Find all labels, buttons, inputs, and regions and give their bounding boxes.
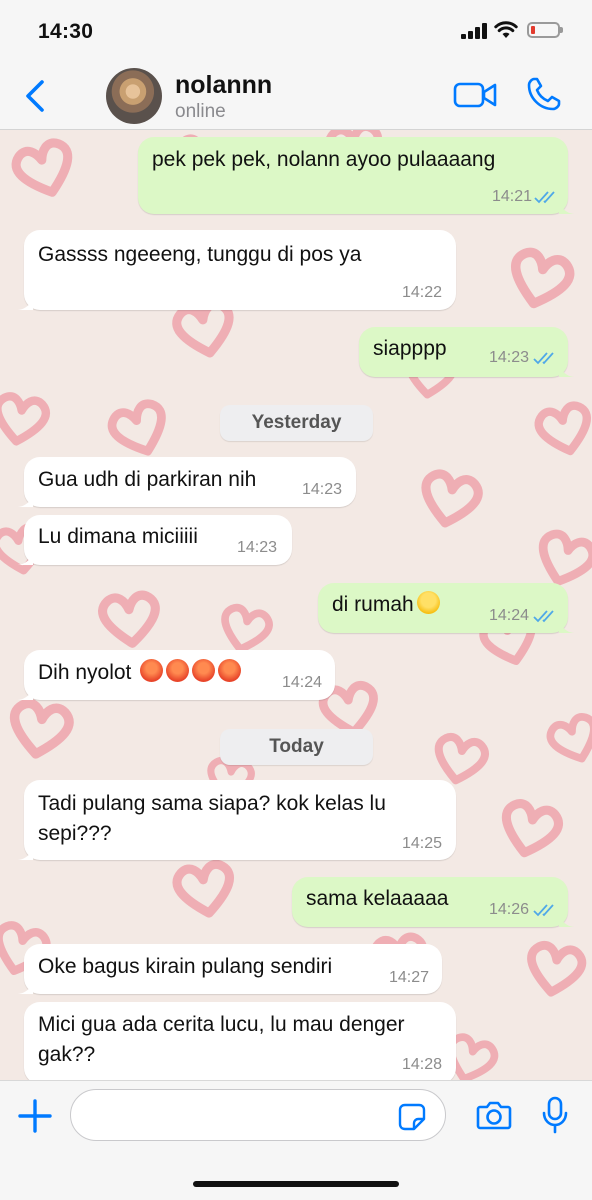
message-text: Mici gua ada cerita lucu, lu mau denger … bbox=[38, 1013, 411, 1066]
contact-status: online bbox=[175, 101, 226, 122]
incoming-message[interactable]: Mici gua ada cerita lucu, lu mau denger … bbox=[24, 1002, 456, 1080]
incoming-message[interactable]: Tadi pulang sama siapa? kok kelas lu sep… bbox=[17, 780, 456, 860]
date-separator-today: Today bbox=[220, 729, 373, 765]
message-text: di rumah bbox=[332, 590, 440, 620]
status-bar: 14:30 bbox=[0, 0, 592, 60]
read-ticks-icon bbox=[533, 904, 554, 917]
plus-icon[interactable] bbox=[18, 1099, 52, 1133]
message-time: 14:23 bbox=[489, 349, 530, 366]
message-time: 14:27 bbox=[389, 969, 430, 986]
message-time: 14:26 bbox=[489, 901, 530, 918]
bubble-tail bbox=[17, 848, 33, 860]
message-time: 14:25 bbox=[402, 835, 443, 852]
message-text: Oke bagus kirain pulang sendiri bbox=[38, 955, 333, 978]
angry-face-emoji bbox=[218, 659, 242, 682]
chat-header: nolannn online bbox=[0, 60, 592, 130]
cellular-signal-icon bbox=[461, 23, 487, 39]
message-text: sama kelaaaaa bbox=[306, 887, 449, 910]
message-text: Dih nyolot bbox=[38, 658, 242, 688]
video-call-icon[interactable] bbox=[453, 80, 497, 110]
status-time: 14:30 bbox=[38, 20, 94, 43]
angry-face-emoji bbox=[192, 659, 216, 682]
incoming-message[interactable]: Oke bagus kirain pulang sendiri 14:27 bbox=[17, 944, 442, 994]
camera-icon[interactable] bbox=[476, 1100, 512, 1130]
outgoing-message[interactable]: siapppp 14:23 bbox=[359, 327, 575, 377]
message-time: 14:24 bbox=[282, 674, 323, 691]
message-input[interactable] bbox=[70, 1089, 446, 1141]
bubble-tail bbox=[17, 298, 33, 310]
message-text: pek pek pek, nolann ayoo pulaaaang bbox=[152, 148, 496, 171]
input-bar bbox=[0, 1080, 592, 1200]
contact-name[interactable]: nolannn bbox=[175, 71, 272, 100]
zany-face-emoji bbox=[416, 591, 440, 614]
microphone-icon[interactable] bbox=[542, 1096, 568, 1134]
bubble-tail bbox=[559, 365, 575, 377]
incoming-message[interactable]: Gassss ngeeeng, tunggu di pos ya 14:22 bbox=[17, 230, 456, 310]
incoming-message[interactable]: Lu dimana miciiiii 14:23 bbox=[17, 515, 292, 565]
battery-icon bbox=[527, 22, 563, 38]
back-chevron-icon[interactable] bbox=[22, 78, 48, 114]
message-text: siapppp bbox=[373, 337, 447, 360]
message-time: 14:23 bbox=[237, 539, 278, 556]
bubble-tail bbox=[559, 202, 575, 214]
message-text: Lu dimana miciiiii bbox=[38, 525, 198, 548]
avatar[interactable] bbox=[106, 68, 162, 124]
read-ticks-icon bbox=[534, 191, 555, 204]
sticker-icon[interactable] bbox=[398, 1103, 426, 1131]
bubble-tail bbox=[17, 553, 33, 565]
message-time: 14:23 bbox=[302, 481, 343, 498]
message-time: 14:28 bbox=[402, 1056, 443, 1073]
message-text: Gua udh di parkiran nih bbox=[38, 468, 257, 491]
angry-face-emoji bbox=[140, 659, 164, 682]
bubble-tail bbox=[559, 915, 575, 927]
angry-face-emoji bbox=[166, 659, 190, 682]
outgoing-message[interactable]: sama kelaaaaa 14:26 bbox=[292, 877, 575, 927]
message-text: Gassss ngeeeng, tunggu di pos ya bbox=[38, 243, 362, 266]
bubble-tail bbox=[17, 982, 33, 994]
chat-area[interactable]: pek pek pek, nolann ayoo pulaaaang 14:21… bbox=[0, 130, 592, 1080]
bubble-tail bbox=[559, 621, 575, 633]
outgoing-message[interactable]: di rumah 14:24 bbox=[318, 583, 575, 633]
read-ticks-icon bbox=[533, 352, 554, 365]
message-time: 14:24 bbox=[489, 607, 530, 624]
date-separator-yesterday: Yesterday bbox=[220, 405, 373, 441]
wifi-icon bbox=[494, 21, 518, 38]
bubble-tail bbox=[17, 495, 33, 507]
message-time: 14:22 bbox=[402, 284, 443, 301]
message-text: Tadi pulang sama siapa? kok kelas lu sep… bbox=[38, 792, 392, 845]
phone-icon[interactable] bbox=[526, 76, 562, 112]
bubble-tail bbox=[17, 688, 33, 700]
incoming-message[interactable]: Gua udh di parkiran nih 14:23 bbox=[17, 457, 356, 507]
read-ticks-icon bbox=[533, 610, 554, 623]
message-time: 14:21 bbox=[492, 188, 533, 205]
incoming-message[interactable]: Dih nyolot 14:24 bbox=[17, 650, 335, 700]
home-indicator bbox=[193, 1181, 399, 1187]
outgoing-message[interactable]: pek pek pek, nolann ayoo pulaaaang 14:21 bbox=[138, 137, 575, 214]
